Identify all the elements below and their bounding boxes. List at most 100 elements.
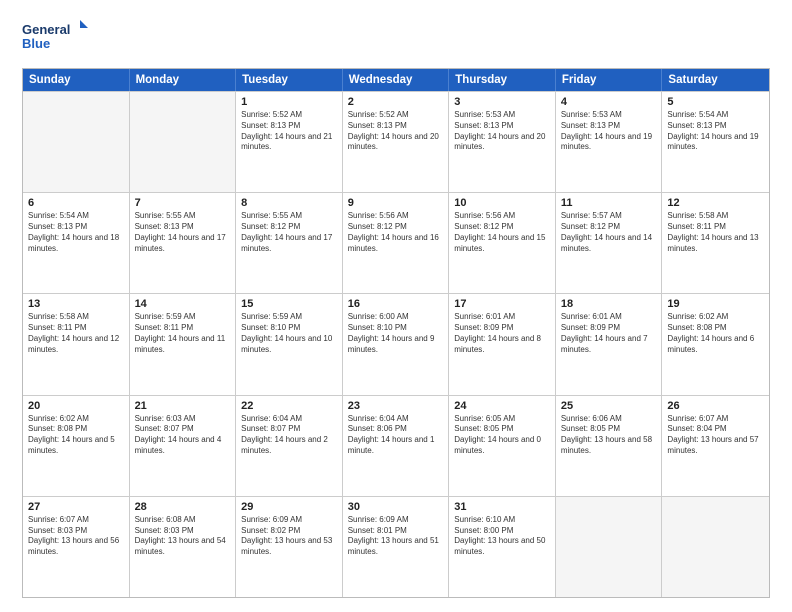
calendar-header: SundayMondayTuesdayWednesdayThursdayFrid… bbox=[23, 69, 769, 91]
sunset-20: Sunset: 8:08 PM bbox=[28, 424, 124, 435]
day-9: 9Sunrise: 5:56 AMSunset: 8:12 PMDaylight… bbox=[343, 193, 450, 293]
sunrise-22: Sunrise: 6:04 AM bbox=[241, 414, 337, 425]
header-saturday: Saturday bbox=[662, 69, 769, 91]
week-row-1: 1Sunrise: 5:52 AMSunset: 8:13 PMDaylight… bbox=[23, 91, 769, 192]
day-number-4: 4 bbox=[561, 96, 657, 108]
day-31: 31Sunrise: 6:10 AMSunset: 8:00 PMDayligh… bbox=[449, 497, 556, 597]
sunrise-6: Sunrise: 5:54 AM bbox=[28, 211, 124, 222]
sunrise-7: Sunrise: 5:55 AM bbox=[135, 211, 231, 222]
header-tuesday: Tuesday bbox=[236, 69, 343, 91]
day-number-26: 26 bbox=[667, 400, 764, 412]
day-26: 26 Sunrise: 6:07 AMSunset: 8:04 PMDayligh… bbox=[662, 396, 769, 496]
sunrise-4: Sunrise: 5:53 AM bbox=[561, 110, 657, 121]
day-number-25: 25 bbox=[561, 400, 657, 412]
header-monday: Monday bbox=[130, 69, 237, 91]
day-4: 4Sunrise: 5:53 AMSunset: 8:13 PMDaylight… bbox=[556, 92, 663, 192]
daylight-3: Daylight: 14 hours and 20 minutes. bbox=[454, 132, 550, 154]
calendar-body: 1Sunrise: 5:52 AMSunset: 8:13 PMDaylight… bbox=[23, 91, 769, 597]
day-28: 28Sunrise: 6:08 AMSunset: 8:03 PMDayligh… bbox=[130, 497, 237, 597]
sunset-17: Sunset: 8:09 PM bbox=[454, 323, 550, 334]
sunset-26: Sunset: 8:04 PM bbox=[667, 424, 764, 435]
sunset-13: Sunset: 8:11 PM bbox=[28, 323, 124, 334]
day-number-28: 28 bbox=[135, 501, 231, 513]
day-3: 3Sunrise: 5:53 AMSunset: 8:13 PMDaylight… bbox=[449, 92, 556, 192]
day-number-24: 24 bbox=[454, 400, 550, 412]
sunset-27: Sunset: 8:03 PM bbox=[28, 526, 124, 537]
sunrise-12: Sunrise: 5:58 AM bbox=[667, 211, 764, 222]
sunrise-27: Sunrise: 6:07 AM bbox=[28, 515, 124, 526]
day-8: 8Sunrise: 5:55 AMSunset: 8:12 PMDaylight… bbox=[236, 193, 343, 293]
sunset-30: Sunset: 8:01 PM bbox=[348, 526, 444, 537]
sunset-21: Sunset: 8:07 PM bbox=[135, 424, 231, 435]
daylight-18: Daylight: 14 hours and 7 minutes. bbox=[561, 334, 657, 356]
daylight-19: Daylight: 14 hours and 6 minutes. bbox=[667, 334, 764, 356]
daylight-24: Daylight: 14 hours and 0 minutes. bbox=[454, 435, 550, 457]
svg-text:Blue: Blue bbox=[22, 36, 50, 51]
sunset-23: Sunset: 8:06 PM bbox=[348, 424, 444, 435]
day-number-31: 31 bbox=[454, 501, 550, 513]
header-thursday: Thursday bbox=[449, 69, 556, 91]
sunset-19: Sunset: 8:08 PM bbox=[667, 323, 764, 334]
day-number-29: 29 bbox=[241, 501, 337, 513]
day-23: 23Sunrise: 6:04 AMSunset: 8:06 PMDayligh… bbox=[343, 396, 450, 496]
empty-cell-0-1 bbox=[130, 92, 237, 192]
day-24: 24 Sunrise: 6:05 AMSunset: 8:05 PMDayligh… bbox=[449, 396, 556, 496]
sunrise-9: Sunrise: 5:56 AM bbox=[348, 211, 444, 222]
day-number-14: 14 bbox=[135, 298, 231, 310]
sunrise-29: Sunrise: 6:09 AM bbox=[241, 515, 337, 526]
day-number-15: 15 bbox=[241, 298, 337, 310]
day-number-8: 8 bbox=[241, 197, 337, 209]
daylight-17: Daylight: 14 hours and 8 minutes. bbox=[454, 334, 550, 356]
daylight-11: Daylight: 14 hours and 14 minutes. bbox=[561, 233, 657, 255]
sunrise-3: Sunrise: 5:53 AM bbox=[454, 110, 550, 121]
daylight-14: Daylight: 14 hours and 11 minutes. bbox=[135, 334, 231, 356]
day-14: 14Sunrise: 5:59 AMSunset: 8:11 PMDayligh… bbox=[130, 294, 237, 394]
sunset-29: Sunset: 8:02 PM bbox=[241, 526, 337, 537]
day-10: 10Sunrise: 5:56 AMSunset: 8:12 PMDayligh… bbox=[449, 193, 556, 293]
daylight-22: Daylight: 14 hours and 2 minutes. bbox=[241, 435, 337, 457]
day-number-2: 2 bbox=[348, 96, 444, 108]
sunrise-24: Sunrise: 6:05 AM bbox=[454, 414, 550, 425]
sunrise-23: Sunrise: 6:04 AM bbox=[348, 414, 444, 425]
day-number-11: 11 bbox=[561, 197, 657, 209]
day-27: 27Sunrise: 6:07 AMSunset: 8:03 PMDayligh… bbox=[23, 497, 130, 597]
daylight-2: Daylight: 14 hours and 20 minutes. bbox=[348, 132, 444, 154]
daylight-13: Daylight: 14 hours and 12 minutes. bbox=[28, 334, 124, 356]
day-number-23: 23 bbox=[348, 400, 444, 412]
logo: General Blue bbox=[22, 18, 92, 58]
empty-cell-4-5 bbox=[556, 497, 663, 597]
sunset-14: Sunset: 8:11 PM bbox=[135, 323, 231, 334]
sunset-6: Sunset: 8:13 PM bbox=[28, 222, 124, 233]
day-18: 18Sunrise: 6:01 AMSunset: 8:09 PMDayligh… bbox=[556, 294, 663, 394]
day-5: 5Sunrise: 5:54 AMSunset: 8:13 PMDaylight… bbox=[662, 92, 769, 192]
week-row-2: 6Sunrise: 5:54 AMSunset: 8:13 PMDaylight… bbox=[23, 192, 769, 293]
week-row-5: 27Sunrise: 6:07 AMSunset: 8:03 PMDayligh… bbox=[23, 496, 769, 597]
daylight-20: Daylight: 14 hours and 5 minutes. bbox=[28, 435, 124, 457]
day-number-22: 22 bbox=[241, 400, 337, 412]
sunrise-30: Sunrise: 6:09 AM bbox=[348, 515, 444, 526]
sunrise-8: Sunrise: 5:55 AM bbox=[241, 211, 337, 222]
sunset-2: Sunset: 8:13 PM bbox=[348, 121, 444, 132]
sunset-22: Sunset: 8:07 PM bbox=[241, 424, 337, 435]
svg-text:General: General bbox=[22, 22, 70, 37]
daylight-6: Daylight: 14 hours and 18 minutes. bbox=[28, 233, 124, 255]
sunset-11: Sunset: 8:12 PM bbox=[561, 222, 657, 233]
sunrise-18: Sunrise: 6:01 AM bbox=[561, 312, 657, 323]
sunset-25: Sunset: 8:05 PM bbox=[561, 424, 657, 435]
day-16: 16Sunrise: 6:00 AMSunset: 8:10 PMDayligh… bbox=[343, 294, 450, 394]
daylight-26: Daylight: 13 hours and 57 minutes. bbox=[667, 435, 764, 457]
sunrise-31: Sunrise: 6:10 AM bbox=[454, 515, 550, 526]
day-25: 25Sunrise: 6:06 AMSunset: 8:05 PMDayligh… bbox=[556, 396, 663, 496]
sunrise-2: Sunrise: 5:52 AM bbox=[348, 110, 444, 121]
day-22: 22 Sunrise: 6:04 AMSunset: 8:07 PMDayligh… bbox=[236, 396, 343, 496]
daylight-9: Daylight: 14 hours and 16 minutes. bbox=[348, 233, 444, 255]
daylight-5: Daylight: 14 hours and 19 minutes. bbox=[667, 132, 764, 154]
daylight-30: Daylight: 13 hours and 51 minutes. bbox=[348, 536, 444, 558]
sunset-10: Sunset: 8:12 PM bbox=[454, 222, 550, 233]
sunrise-26: Sunrise: 6:07 AM bbox=[667, 414, 764, 425]
daylight-7: Daylight: 14 hours and 17 minutes. bbox=[135, 233, 231, 255]
day-number-9: 9 bbox=[348, 197, 444, 209]
sunset-24: Sunset: 8:05 PM bbox=[454, 424, 550, 435]
day-11: 11Sunrise: 5:57 AMSunset: 8:12 PMDayligh… bbox=[556, 193, 663, 293]
sunrise-25: Sunrise: 6:06 AM bbox=[561, 414, 657, 425]
